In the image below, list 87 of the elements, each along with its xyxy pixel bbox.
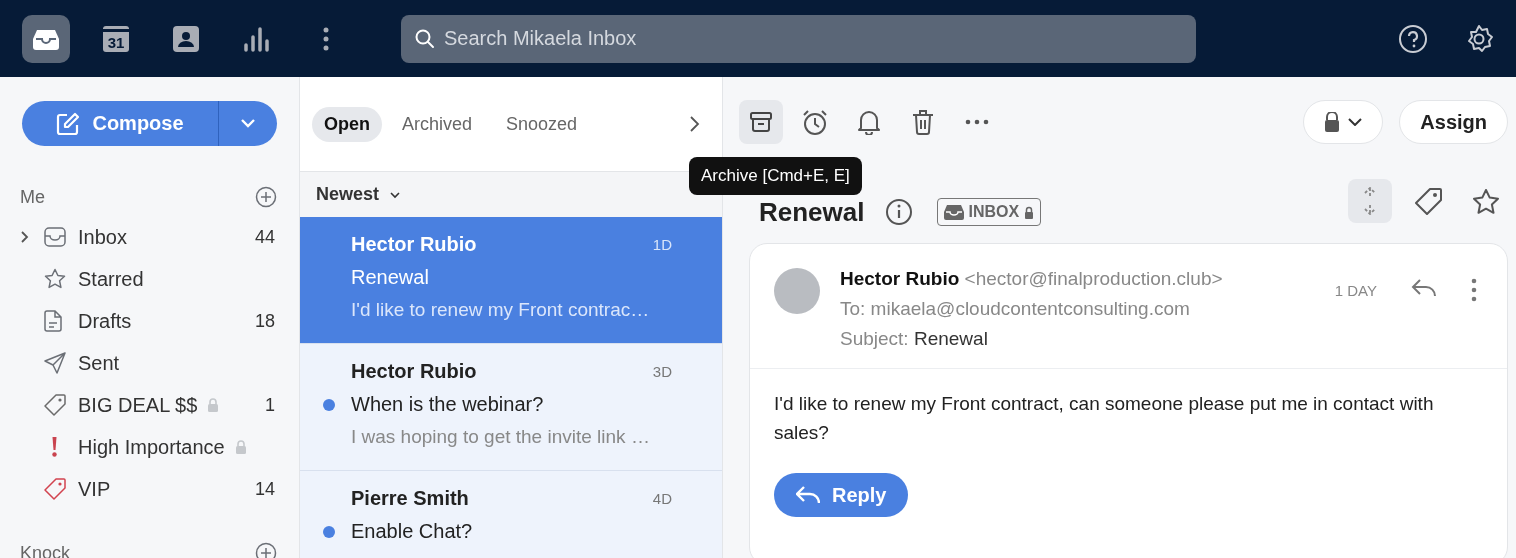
item-label: VIP	[78, 477, 111, 501]
caret-icon	[1348, 118, 1363, 126]
item-count: 14	[254, 478, 275, 500]
calendar-nav-button[interactable]: 31	[92, 14, 140, 63]
message-age: 1 DAY	[1334, 282, 1377, 299]
sender-name: Pierre Smith	[351, 487, 469, 510]
tooltip: Archive [Cmd+E, E]	[689, 157, 862, 195]
inbox-tag[interactable]: INBOX	[936, 198, 1042, 226]
add-icon[interactable]	[255, 542, 277, 558]
conversation-title: Renewal	[759, 196, 865, 228]
message-row[interactable]: Pierre Smith 4D Enable Chat?	[300, 471, 722, 558]
info-icon[interactable]	[884, 198, 913, 226]
tab[interactable]: Snoozed	[492, 106, 592, 142]
person-card-icon	[173, 25, 199, 52]
sidebar-item[interactable]: Drafts 18	[20, 300, 277, 342]
sidebar-item[interactable]: VIP 14	[20, 468, 277, 510]
message-row[interactable]: Hector Rubio 1D Renewal I'd like to renew my Front contrac…	[300, 217, 722, 344]
message-body: I'd like to renew my Front contract, can someone please put me in contact with sales?	[773, 392, 1435, 445]
sender-name: Hector Rubio	[351, 360, 477, 383]
lock-icon	[1324, 112, 1341, 132]
item-label: High Importance	[78, 435, 225, 459]
message-age: 3D	[652, 363, 672, 380]
sender-name: Hector Rubio	[351, 233, 477, 256]
message-preview: I'd like to renew my Front contrac…	[351, 299, 651, 321]
archive-box-icon	[750, 112, 772, 132]
exclamation-icon	[52, 437, 57, 457]
lock-icon	[1024, 205, 1035, 219]
trash-icon	[911, 109, 935, 135]
message-age: 4D	[652, 490, 672, 507]
sidebar-item[interactable]: BIG DEAL $$ 1	[20, 384, 277, 426]
recipient-line: To: mikaela@cloudcontentconsulting.com	[840, 297, 1191, 321]
star-icon	[1473, 188, 1499, 214]
chevron-right-icon[interactable]	[688, 115, 700, 133]
tab[interactable]: Archived	[388, 106, 487, 142]
subject-line: Subject: Renewal	[840, 327, 989, 351]
help-icon[interactable]	[1398, 23, 1428, 54]
tag-icon	[1414, 187, 1442, 215]
section-title: Me	[20, 186, 45, 208]
item-label: Inbox	[78, 225, 127, 249]
reply-icon[interactable]	[1411, 278, 1437, 298]
item-count: 18	[254, 310, 275, 332]
message-age: 1D	[652, 236, 672, 253]
compose-button[interactable]: Compose	[22, 101, 219, 146]
sidebar-item[interactable]: Inbox 44	[20, 216, 277, 258]
document-icon	[44, 310, 62, 332]
caret-icon	[389, 190, 402, 199]
more-icon[interactable]	[1471, 278, 1477, 302]
reply-arrow-icon	[796, 486, 820, 504]
more-icon	[965, 119, 989, 125]
avatar	[774, 268, 820, 314]
section-title: Knock	[20, 542, 71, 558]
message-subject: When is the webinar?	[351, 393, 544, 416]
privacy-dropdown[interactable]	[1303, 100, 1384, 144]
bell-icon	[857, 109, 881, 135]
tab[interactable]: Open	[312, 106, 382, 142]
reply-button[interactable]: Reply	[774, 473, 909, 517]
sidebar-item[interactable]: High Importance	[20, 426, 277, 468]
sender-line: Hector Rubio <hector@finalproduction.club>	[840, 268, 1223, 289]
item-count: 1	[265, 394, 275, 416]
archive-button[interactable]	[739, 100, 783, 144]
message-subject: Enable Chat?	[351, 520, 473, 543]
caret-icon	[240, 118, 256, 128]
item-count: 44	[254, 226, 275, 248]
compose-options-button[interactable]	[219, 101, 277, 146]
message-preview: I was hoping to get the invite link …	[351, 426, 651, 448]
item-label: Sent	[78, 351, 120, 375]
inbox-tray-icon	[943, 204, 964, 220]
bar-chart-icon	[243, 25, 269, 52]
sidebar-item[interactable]: Starred	[20, 258, 277, 300]
item-label: Starred	[78, 267, 144, 291]
sidebar-item[interactable]: Sent	[20, 342, 277, 384]
inbox-nav-button[interactable]	[22, 14, 70, 63]
item-label: Drafts	[78, 309, 132, 333]
more-icon	[323, 26, 329, 51]
star-icon	[44, 268, 66, 290]
message-subject: Renewal	[351, 266, 429, 289]
search-field[interactable]: Search Mikaela Inbox	[401, 14, 1196, 63]
pencil-square-icon	[56, 111, 81, 136]
item-label: BIG DEAL $$	[78, 393, 198, 417]
paper-plane-icon	[44, 352, 66, 374]
chevron-icon[interactable]	[20, 230, 30, 244]
alarm-clock-icon	[802, 109, 828, 135]
add-icon[interactable]	[255, 186, 277, 208]
inbox-icon	[44, 227, 66, 247]
assign-button[interactable]: Assign	[1399, 100, 1508, 144]
message-row[interactable]: Hector Rubio 3D When is the webinar? I was hoping to get the invite link …	[300, 344, 722, 471]
inbox-tray-icon	[33, 27, 59, 50]
